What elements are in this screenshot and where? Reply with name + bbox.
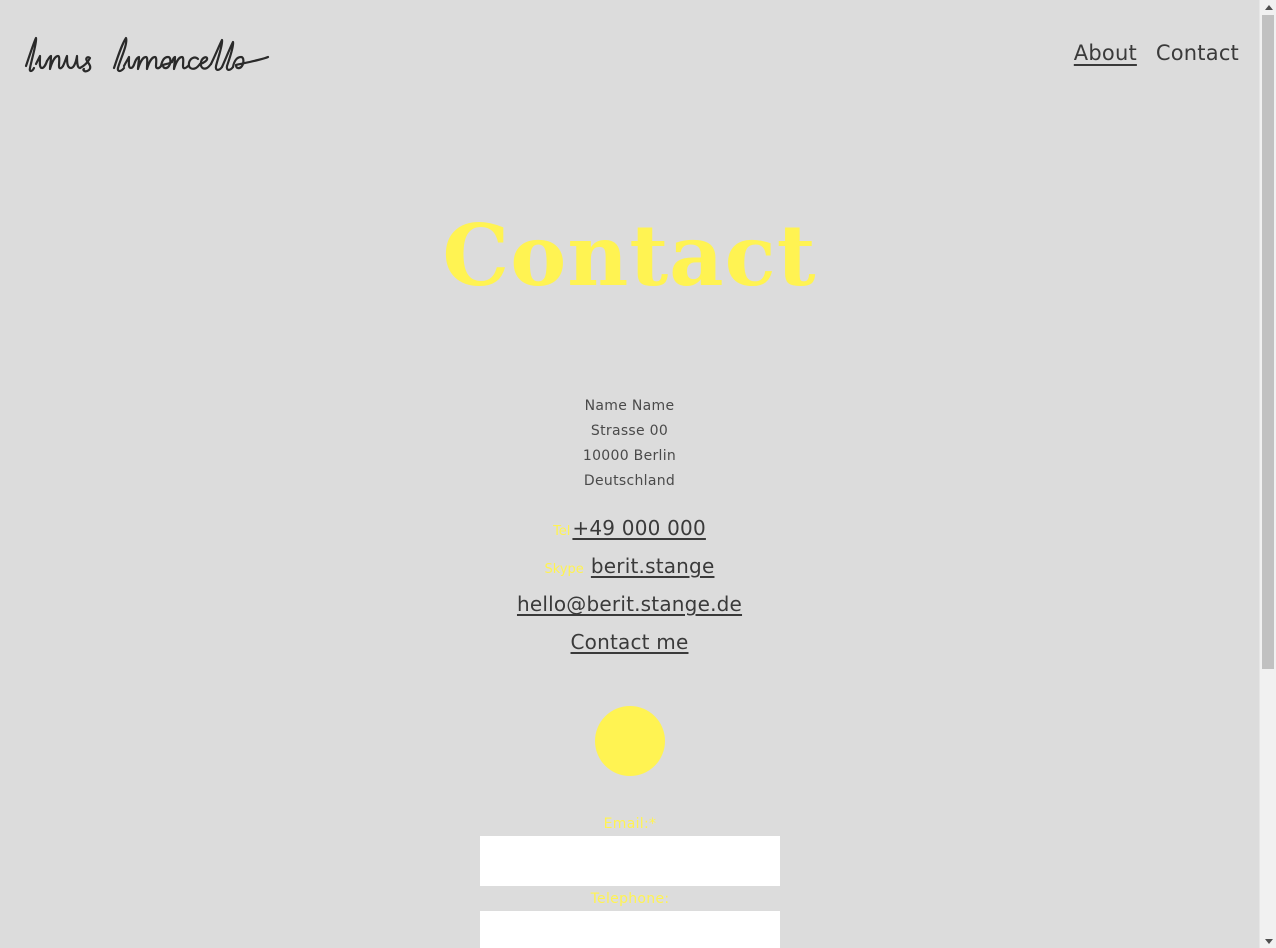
tel-link[interactable]: +49 000 000	[572, 516, 705, 540]
nav-link-about[interactable]: About	[1074, 41, 1137, 65]
contact-me-row: Contact me	[0, 627, 1259, 665]
page-title: Contact	[442, 206, 817, 305]
scrollbar-thumb[interactable]	[1262, 15, 1274, 669]
scroll-down-arrow-icon[interactable]	[1260, 934, 1276, 948]
email-field[interactable]	[480, 836, 780, 886]
email-row: hello@berit.stange.de	[0, 589, 1259, 627]
scroll-up-arrow-icon[interactable]	[1260, 0, 1276, 14]
address-line-name: Name Name	[584, 398, 675, 414]
address-line-street: Strasse 00	[590, 423, 669, 439]
yellow-circle-decoration	[595, 706, 665, 776]
email-link[interactable]: hello@berit.stange.de	[517, 592, 742, 616]
contact-me-link[interactable]: Contact me	[571, 630, 689, 654]
skype-label: Skype	[544, 562, 584, 577]
tel-label: Tel	[553, 524, 571, 539]
telephone-field[interactable]	[480, 911, 780, 948]
contact-details: Tel +49 000 000 Skype berit.stange hello@…	[0, 513, 1259, 665]
skype-row: Skype berit.stange	[0, 551, 1259, 589]
address-line-city: 10000 Berlin	[582, 448, 677, 464]
page: About Contact Contact Name Name Strasse …	[0, 0, 1259, 948]
contact-form: Email:* Telephone:	[480, 812, 780, 948]
main-nav: About Contact	[1074, 41, 1239, 65]
nav-link-contact[interactable]: Contact	[1156, 41, 1239, 65]
vertical-scrollbar[interactable]	[1259, 0, 1276, 948]
site-logo[interactable]	[22, 34, 270, 78]
logo-signature-icon	[24, 36, 270, 73]
postal-address: Name Name Strasse 00 10000 Berlin Deutsc…	[0, 394, 1259, 494]
skype-link[interactable]: berit.stange	[591, 554, 715, 578]
email-label: Email:*	[603, 816, 657, 832]
address-line-country: Deutschland	[583, 473, 676, 489]
telephone-label: Telephone:	[590, 891, 670, 907]
tel-row: Tel +49 000 000	[0, 513, 1259, 551]
